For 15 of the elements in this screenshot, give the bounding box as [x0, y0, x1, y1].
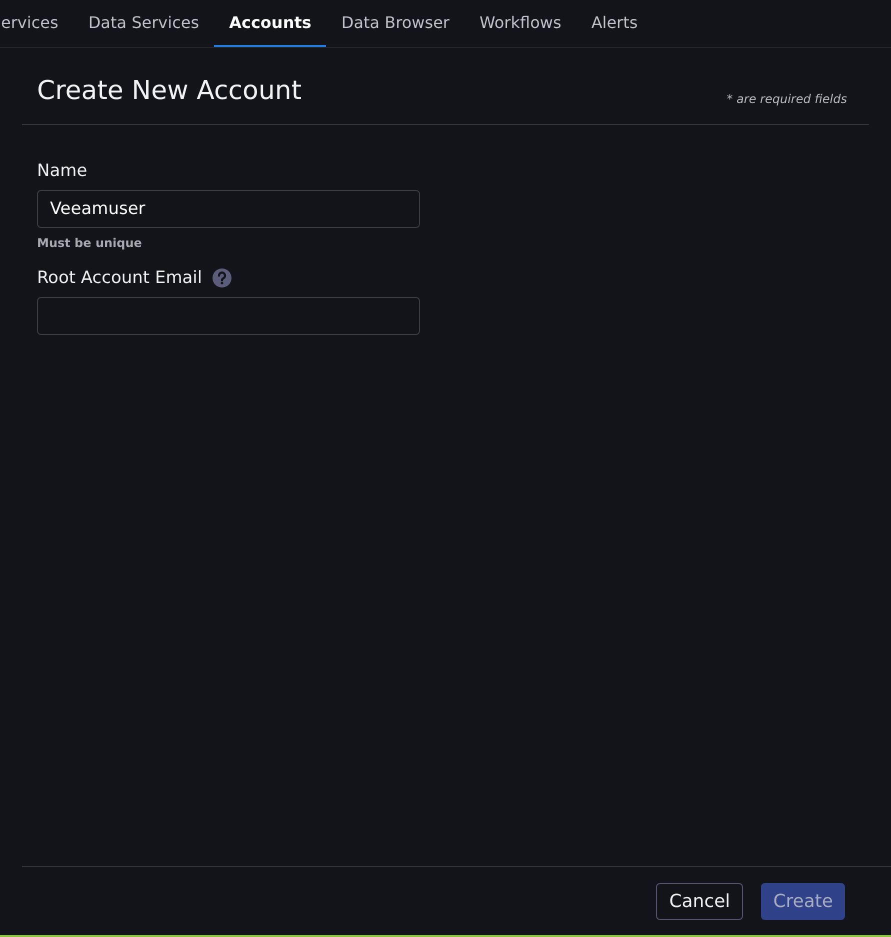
cancel-button[interactable]: Cancel — [656, 883, 744, 920]
text-input[interactable] — [37, 297, 420, 335]
nav-tab[interactable]: Data Browser — [326, 0, 464, 47]
help-icon[interactable] — [212, 268, 232, 288]
nav-tab[interactable]: ervices — [0, 0, 74, 47]
nav-tab[interactable]: Accounts — [214, 0, 326, 47]
nav-tab[interactable]: Alerts — [576, 0, 653, 47]
field-label: Root Account Email — [37, 268, 202, 288]
required-note: * are required fields — [726, 92, 847, 106]
field-hint: Must be unique — [37, 236, 143, 250]
nav-tab[interactable]: Data Services — [73, 0, 214, 47]
field-label: Name — [37, 161, 88, 181]
text-input[interactable]: Veeamuser — [37, 190, 420, 228]
nav-tab[interactable]: Workflows — [464, 0, 576, 47]
page-title: Create New Account — [37, 76, 302, 106]
